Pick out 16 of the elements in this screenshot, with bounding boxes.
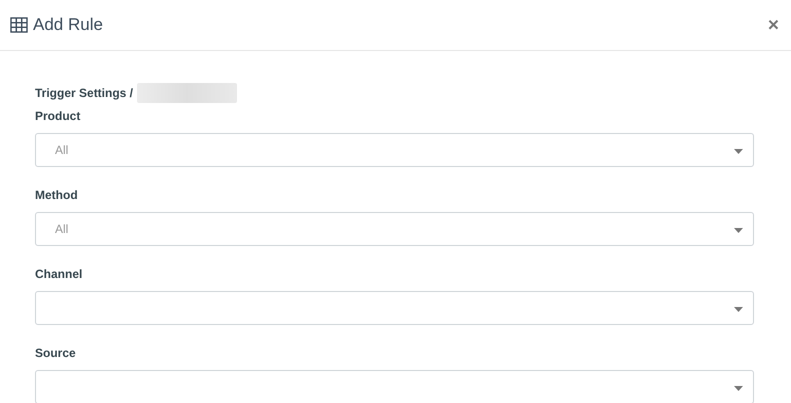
select-field[interactable]: All: [35, 212, 754, 246]
field-label: Source: [35, 346, 77, 360]
section-title: Trigger Settings /: [35, 86, 134, 100]
caret-icon: [734, 228, 743, 233]
close-button[interactable]: ×: [766, 16, 781, 34]
field-label: Method: [35, 188, 79, 202]
field-label: Channel: [35, 267, 84, 281]
select-field[interactable]: [35, 291, 754, 325]
caret-icon: [734, 307, 743, 312]
caret-icon: [734, 149, 743, 154]
field-label: Product: [35, 109, 82, 123]
select-field[interactable]: [35, 370, 754, 403]
dialog-title: Add Rule: [33, 15, 103, 35]
caret-icon: [734, 386, 743, 391]
select-field[interactable]: All: [35, 133, 754, 167]
table-icon: [10, 17, 28, 33]
